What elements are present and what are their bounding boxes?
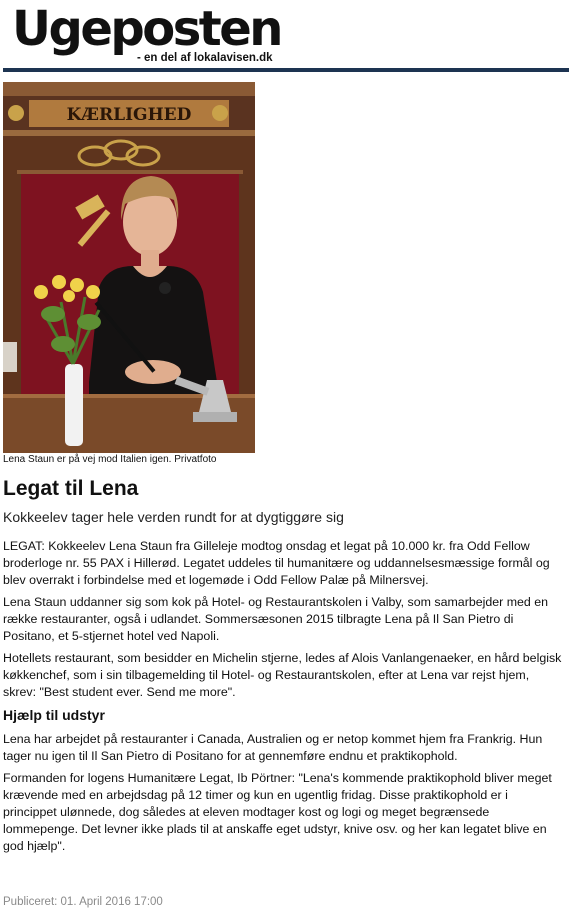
banner-text: KÆRLIGHED	[67, 105, 192, 125]
site-logo[interactable]: Ugeposten	[12, 0, 283, 60]
article-paragraph: Hotellets restaurant, som besidder en Mi…	[3, 651, 562, 699]
article-headline: Legat til Lena	[3, 477, 139, 500]
article-subheadline: Kokkeelev tager hele verden rundt for at…	[3, 509, 344, 525]
masthead: Ugeposten - en del af lokalavisen.dk	[10, 1, 283, 66]
article-paragraph: Lena Staun uddanner sig som kok på Hotel…	[3, 595, 549, 643]
section-heading: Hjælp til udstyr	[3, 707, 105, 723]
article-paragraph: Lena har arbejdet på restauranter i Cana…	[3, 732, 543, 763]
article-body: LEGAT: Kokkeelev Lena Staun fra Gillelej…	[3, 538, 563, 860]
article-paragraph: Formanden for logens Humanitære Legat, I…	[3, 771, 552, 853]
article-photo: KÆRLIGHED	[3, 82, 255, 453]
photo-caption: Lena Staun er på vej mod Italien igen. P…	[3, 454, 217, 465]
site-tagline: - en del af lokalavisen.dk	[137, 52, 273, 64]
publish-date: Publiceret: 01. April 2016 17:00	[3, 896, 163, 908]
header-divider	[3, 68, 569, 72]
article-paragraph: LEGAT: Kokkeelev Lena Staun fra Gillelej…	[3, 539, 550, 587]
